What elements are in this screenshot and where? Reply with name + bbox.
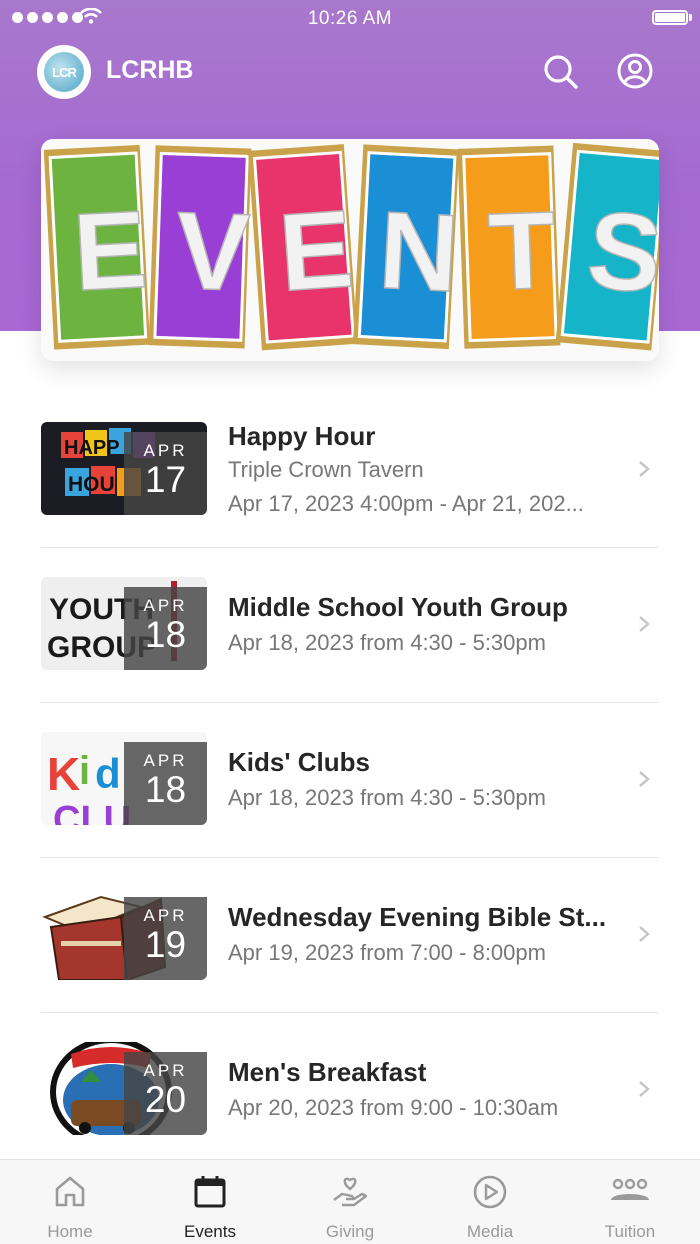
date-badge: APR 19 (124, 897, 207, 980)
svg-text:d: d (95, 750, 121, 797)
date-month: APR (143, 1061, 188, 1080)
event-datetime: Apr 18, 2023 from 4:30 - 5:30pm (228, 785, 546, 810)
svg-text:K: K (47, 748, 80, 800)
home-icon (55, 1176, 85, 1207)
svg-text:S: S (583, 188, 659, 317)
event-datetime: Apr 17, 2023 4:00pm - Apr 21, 202... (228, 491, 584, 516)
event-title: Happy Hour (228, 421, 376, 451)
chevron-right-icon (639, 771, 650, 787)
event-thumbnail: YOUTH GROUP APR 18 (41, 577, 207, 670)
date-month: APR (143, 751, 188, 770)
svg-text:HAPP: HAPP (64, 437, 120, 459)
giving-hand-icon (333, 1177, 368, 1207)
date-day: 20 (144, 1079, 187, 1120)
tab-label: Giving (325, 1222, 375, 1241)
chevron-right-icon (639, 616, 650, 632)
date-day: 19 (144, 924, 187, 965)
svg-text:E: E (70, 188, 150, 315)
search-icon[interactable] (541, 52, 579, 90)
chevron-right-icon (639, 1081, 650, 1097)
tab-events[interactable]: Events (140, 1160, 280, 1244)
chevron-right-icon (639, 461, 650, 477)
banner-letter-tile: E (248, 144, 358, 351)
date-month: APR (143, 906, 188, 925)
tab-media[interactable]: Media (420, 1160, 560, 1244)
tab-giving[interactable]: Giving (280, 1160, 420, 1244)
svg-text:CLU: CLU (53, 799, 131, 825)
event-thumbnail: K i d CLU APR 18 (41, 732, 207, 825)
date-day: 17 (144, 459, 187, 500)
banner-letter-tile: N (352, 144, 462, 350)
tab-home[interactable]: Home (0, 1160, 140, 1244)
banner-letter-tile: E (43, 144, 151, 350)
banner-letter-tile: T (457, 145, 561, 349)
svg-text:E: E (275, 187, 357, 315)
tab-label: Media (466, 1222, 514, 1241)
date-badge: APR 18 (124, 742, 207, 825)
event-thumbnail: APR 20 (41, 1042, 207, 1135)
chevron-right-icon (639, 926, 650, 942)
event-title: Wednesday Evening Bible St... (228, 902, 607, 932)
calendar-icon (194, 1176, 226, 1208)
logo-mark: LCR (44, 52, 84, 92)
tab-label: Tuition (604, 1222, 656, 1241)
event-row-kids-clubs[interactable]: K i d CLU APR 18 Kids' Clubs Apr 18, 202… (41, 703, 659, 858)
play-circle-icon (473, 1175, 507, 1209)
tab-label: Events (184, 1222, 236, 1241)
app-title: LCRHB (106, 56, 194, 84)
event-row-happy-hour[interactable]: HAPP HOU APR 17 Happy Hour Triple Crown … (41, 393, 659, 548)
event-location: Triple Crown Tavern (228, 457, 424, 482)
event-datetime: Apr 19, 2023 from 7:00 - 8:00pm (228, 940, 546, 965)
date-badge: APR 18 (124, 587, 207, 670)
battery-icon (652, 10, 688, 25)
event-row-bible-study[interactable]: APR 19 Wednesday Evening Bible St... Apr… (41, 858, 659, 1013)
events-banner: EVENTS (41, 139, 659, 361)
tab-tuition[interactable]: Tuition (560, 1160, 700, 1244)
tab-label: Home (47, 1222, 93, 1241)
status-bar: 10:26 AM (0, 0, 700, 36)
event-title: Middle School Youth Group (228, 592, 568, 622)
tab-bar: Home Events Giving Media Tuition (0, 1159, 700, 1244)
church-logo[interactable]: LCR (37, 45, 91, 99)
status-time: 10:26 AM (307, 8, 393, 29)
date-badge: APR 17 (124, 432, 207, 515)
svg-text:V: V (174, 189, 252, 314)
event-row-mens-breakfast[interactable]: APR 20 Men's Breakfast Apr 20, 2023 from… (41, 1013, 659, 1167)
date-day: 18 (144, 614, 187, 655)
event-row-youth-group[interactable]: YOUTH GROUP APR 18 Middle School Youth G… (41, 548, 659, 703)
event-datetime: Apr 20, 2023 from 9:00 - 10:30am (228, 1095, 559, 1120)
date-day: 18 (144, 769, 187, 810)
svg-text:T: T (486, 189, 557, 314)
svg-text:HOU: HOU (68, 473, 115, 496)
event-list: HAPP HOU APR 17 Happy Hour Triple Crown … (41, 393, 659, 1167)
banner-letter-tile: S (555, 142, 659, 351)
date-badge: APR 20 (124, 1052, 207, 1135)
group-icon (611, 1178, 649, 1200)
svg-text:N: N (376, 188, 462, 315)
event-datetime: Apr 18, 2023 from 4:30 - 5:30pm (228, 630, 546, 655)
profile-icon[interactable] (616, 52, 654, 90)
event-title: Kids' Clubs (228, 747, 370, 777)
date-month: APR (143, 441, 188, 460)
banner-letter-tile: V (148, 145, 252, 349)
date-month: APR (143, 596, 188, 615)
svg-text:i: i (79, 749, 90, 793)
events-banner-art: EVENTS (43, 142, 659, 351)
event-thumbnail: APR 19 (41, 887, 207, 980)
event-title: Men's Breakfast (228, 1057, 427, 1087)
event-thumbnail: HAPP HOU APR 17 (41, 422, 207, 515)
